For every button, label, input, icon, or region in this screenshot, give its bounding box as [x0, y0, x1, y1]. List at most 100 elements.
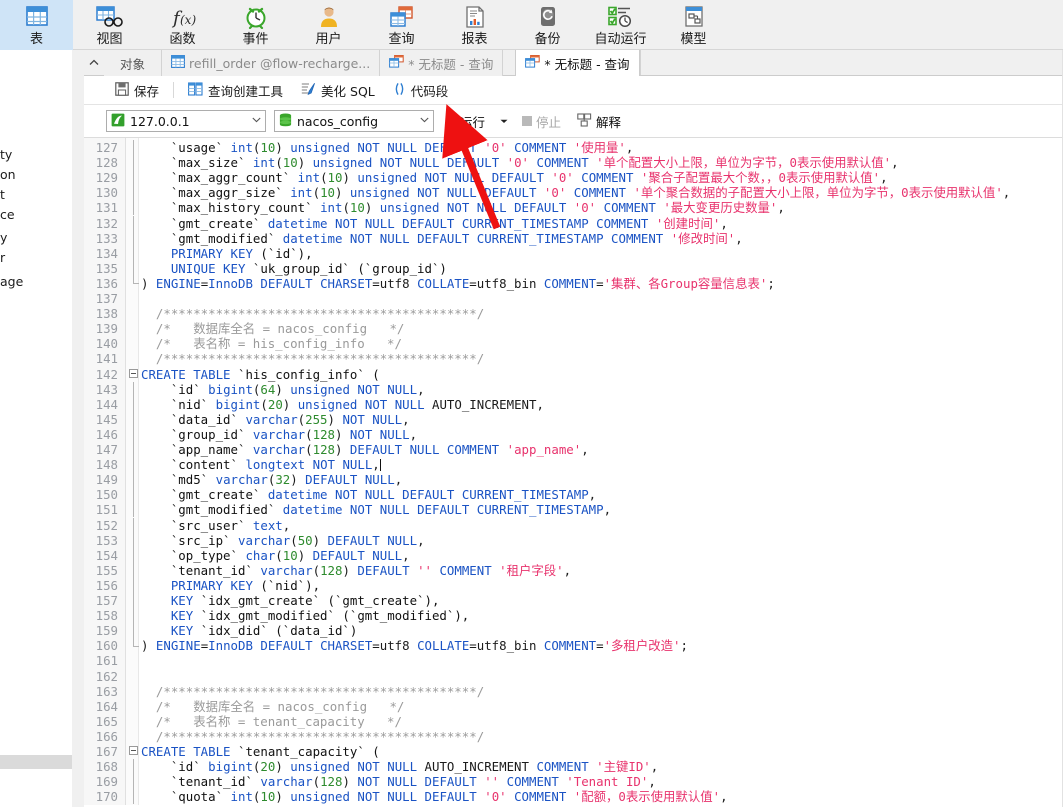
line-number-gutter: 127 128 129 130 131 132 133 134 135 136 137 138 139 1…	[84, 138, 126, 805]
run-button[interactable]: 运行	[442, 109, 489, 133]
object-browser-row[interactable]: ce	[0, 205, 72, 225]
code-folding-gutter[interactable]	[126, 138, 139, 805]
sql-editor[interactable]: 127 128 129 130 131 132 133 134 135 136 137 138 139 1…	[84, 138, 1063, 805]
code-line[interactable]: `gmt_modified` datetime NOT NULL DEFAULT…	[141, 502, 611, 517]
object-browser-row[interactable]: age	[0, 272, 72, 292]
code-line[interactable]: /* 数据库全名 = nacos_config */	[141, 321, 404, 336]
code-line[interactable]: KEY `idx_gmt_create` (`gmt_create`),	[141, 593, 440, 608]
tab-untitled-query-2[interactable]: * 无标题 - 查询	[515, 50, 640, 76]
query-builder-icon	[188, 81, 203, 99]
object-browser-row[interactable]: on	[0, 165, 72, 185]
ribbon-item-model[interactable]: 模型	[657, 0, 730, 50]
run-dropdown-button[interactable]	[497, 109, 510, 133]
code-line[interactable]: /* 表名称 = his_config_info */	[141, 336, 402, 351]
code-line[interactable]: ) ENGINE = InnoDB DEFAULT CHARSET=utf8 COL…	[141, 276, 775, 291]
code-line[interactable]: `id` bigint(64) unsigned NOT NULL,	[141, 382, 425, 397]
chevron-up-icon[interactable]	[84, 50, 104, 75]
stop-button[interactable]: 停止	[518, 109, 565, 133]
code-line[interactable]: `max_aggr_count` int(10) unsigned NOT NU…	[141, 170, 888, 185]
code-token: '创建时间'	[655, 215, 721, 231]
code-line[interactable]: /***************************************…	[141, 351, 484, 366]
host-select[interactable]: 127.0.0.1	[106, 110, 266, 132]
snippet-button[interactable]: 代码段	[384, 76, 458, 105]
code-line[interactable]: PRIMARY KEY (`nid`),	[141, 578, 320, 593]
database-select[interactable]: nacos_config	[274, 110, 434, 132]
object-browser-row[interactable]: ty	[0, 145, 72, 165]
left-pane-vscrollbar[interactable]	[72, 50, 84, 807]
code-token: `gmt_modified`	[170, 230, 276, 246]
code-line[interactable]: CREATE TABLE `his_config_info` (	[141, 367, 380, 382]
code-line[interactable]: `id` bigint(20) unsigned NOT NULL AUTO_I…	[141, 759, 658, 774]
code-line[interactable]: `max_history_count` int(10) unsigned NOT…	[141, 200, 785, 215]
code-line[interactable]: PRIMARY KEY (`id`),	[141, 246, 313, 261]
fold-toggle-icon[interactable]	[129, 368, 138, 378]
ribbon-item-report[interactable]: 报表	[438, 0, 511, 50]
code-line[interactable]: `group_id` varchar(128) NOT NULL,	[141, 427, 417, 442]
grid-icon	[171, 55, 185, 71]
object-browser-row[interactable]: r	[0, 248, 72, 268]
object-browser-row[interactable]: t	[0, 185, 72, 205]
line-number: 160	[95, 638, 118, 654]
play-icon	[446, 115, 456, 127]
explain-icon	[577, 112, 592, 130]
code-line[interactable]: `nid` bigint(20) unsigned NOT NULL AUTO_…	[141, 397, 544, 412]
line-number: 130	[95, 185, 118, 201]
ribbon-item-backup[interactable]: 备份	[511, 0, 584, 50]
tab-objects[interactable]: 对象	[104, 50, 163, 76]
chevron-down-icon[interactable]	[252, 116, 261, 126]
code-line[interactable]: /* 数据库全名 = nacos_config */	[141, 699, 404, 714]
ribbon-item-table[interactable]: 表	[0, 0, 73, 50]
ribbon-item-automation[interactable]: 自动运行	[584, 0, 657, 50]
ribbon-item-view[interactable]: 视图	[73, 0, 146, 50]
ribbon-item-function[interactable]: f (x) 函数	[146, 0, 219, 50]
save-button[interactable]: 保存	[106, 76, 168, 105]
tab-refill-order[interactable]: refill_order @flow-recharge...	[162, 50, 381, 76]
object-browser-row[interactable]: y	[0, 228, 72, 248]
beautify-sql-button[interactable]: 美化 SQL	[292, 76, 384, 105]
code-line[interactable]: ) ENGINE = InnoDB DEFAULT CHARSET=utf8 COL…	[141, 638, 688, 653]
code-line[interactable]: `max_size` int(10) unsigned NOT NULL DEF…	[141, 155, 899, 170]
code-line[interactable]: `gmt_create` datetime NOT NULL DEFAULT C…	[141, 487, 596, 502]
code-line[interactable]: `op_type` char(10) DEFAULT NULL,	[141, 548, 410, 563]
code-line[interactable]: `src_ip` varchar(50) DEFAULT NULL,	[141, 533, 425, 548]
line-number: 155	[95, 562, 118, 578]
ribbon-item-user[interactable]: 用户	[292, 0, 365, 50]
ribbon-item-query[interactable]: 查询	[365, 0, 438, 50]
code-line[interactable]: `gmt_create` datetime NOT NULL DEFAULT C…	[141, 216, 728, 231]
code-line[interactable]: `md5` varchar(32) DEFAULT NULL,	[141, 472, 402, 487]
code-line[interactable]: `content` longtext NOT NULL,	[141, 457, 381, 472]
code-line[interactable]: `app_name` varchar(128) DEFAULT NULL COM…	[141, 442, 589, 457]
code-line[interactable]: `gmt_modified` datetime NOT NULL DEFAULT…	[141, 231, 743, 246]
code-token: unsigned	[357, 170, 418, 186]
code-line[interactable]: /***************************************…	[141, 306, 484, 321]
code-line[interactable]: `src_user` text,	[141, 518, 290, 533]
code-line[interactable]: /***************************************…	[141, 684, 484, 699]
fold-toggle-icon[interactable]	[129, 746, 138, 755]
code-line[interactable]: KEY `idx_did` (`data_id`)	[141, 623, 358, 638]
code-line[interactable]: KEY `idx_gmt_modified` (`gmt_modified`),	[141, 608, 469, 623]
tab-untitled-query-1[interactable]: * 无标题 - 查询	[380, 50, 504, 76]
text-caret	[379, 459, 381, 472]
code-line[interactable]: `max_aggr_size` int(10) unsigned NOT NUL…	[141, 185, 1010, 200]
code-line[interactable]: `tenant_id` varchar(128) NOT NULL DEFAUL…	[141, 774, 656, 789]
query-builder-button[interactable]: 查询创建工具	[179, 76, 292, 105]
code-line[interactable]: CREATE TABLE `tenant_capacity` (	[141, 744, 380, 759]
code-line[interactable]: /* 表名称 = tenant_capacity */	[141, 714, 402, 729]
code-line[interactable]: `usage` int(10) unsigned NOT NULL DEFAUL…	[141, 140, 634, 155]
ribbon-item-event[interactable]: 事件	[219, 0, 292, 50]
code-line[interactable]: `tenant_id` varchar(128) DEFAULT '' COMM…	[141, 563, 571, 578]
code-line[interactable]: /***************************************…	[141, 729, 484, 744]
code-line[interactable]: UNIQUE KEY `uk_group_id` (`group_id`)	[141, 261, 447, 276]
code-line[interactable]: `data_id` varchar(255) NOT NULL,	[141, 412, 410, 427]
chevron-down-icon[interactable]	[420, 116, 429, 126]
sql-code-area[interactable]: `usage` int(10) unsigned NOT NULL DEFAUL…	[139, 138, 1063, 805]
line-number: 133	[95, 230, 118, 246]
code-token: NOT NULL	[357, 774, 418, 790]
code-line[interactable]: `quota` int(10) unsigned NOT NULL DEFAUL…	[141, 789, 728, 804]
explain-button[interactable]: 解释	[573, 109, 625, 133]
